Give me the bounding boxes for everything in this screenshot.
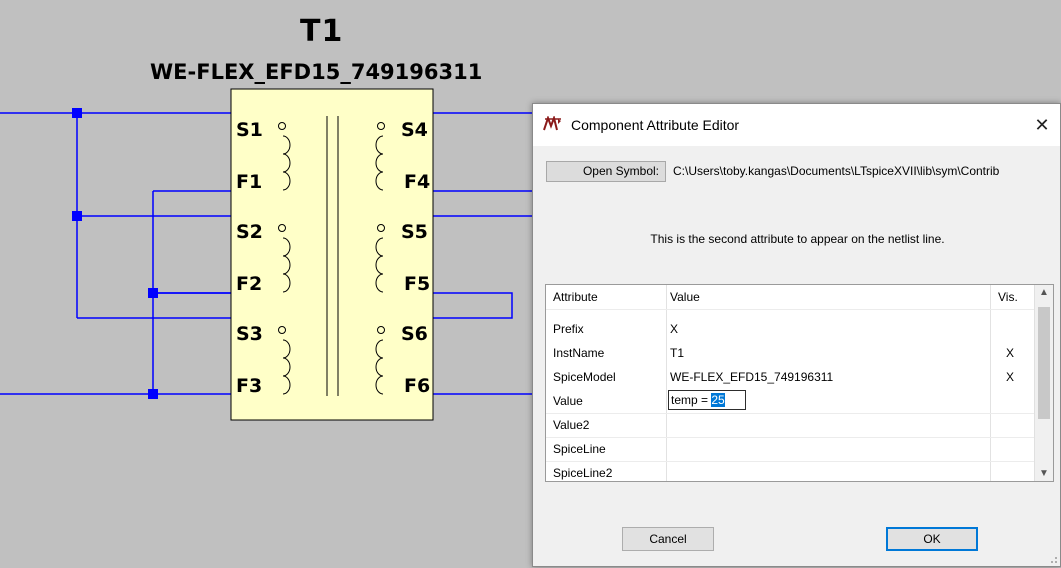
attr-name: Value2	[553, 418, 590, 432]
header-vis: Vis.	[998, 290, 1018, 304]
open-symbol-button[interactable]: Open Symbol:	[546, 161, 666, 182]
symbol-path: C:\Users\toby.kangas\Documents\LTspiceXV…	[673, 164, 1000, 178]
table-scrollbar[interactable]: ▲ ▼	[1034, 285, 1053, 481]
cancel-button[interactable]: Cancel	[622, 527, 714, 551]
dialog-titlebar[interactable]: Component Attribute Editor ✕	[533, 104, 1060, 146]
pin-label-s2: S2	[236, 221, 263, 243]
attr-name: SpiceLine2	[553, 466, 613, 480]
attr-name: Prefix	[553, 322, 584, 336]
ok-button[interactable]: OK	[886, 527, 978, 551]
pin-label-s5: S5	[401, 221, 428, 243]
pin-label-s3: S3	[236, 323, 263, 345]
scroll-down-icon[interactable]: ▼	[1035, 468, 1053, 479]
pin-label-f4: F4	[404, 171, 431, 193]
table-row[interactable]: SpiceLine	[546, 437, 1034, 461]
dialog-title: Component Attribute Editor	[571, 117, 740, 133]
junction-dot	[72, 108, 82, 118]
pin-label-f3: F3	[236, 375, 263, 397]
value-edit-field[interactable]: temp = 25	[668, 390, 746, 410]
header-value: Value	[670, 290, 700, 304]
attr-value: WE-FLEX_EFD15_749196311	[670, 370, 834, 384]
junction-dot	[148, 288, 158, 298]
attribute-table[interactable]: Attribute Value Vis. Prefix X InstName T…	[545, 284, 1054, 482]
table-row[interactable]: InstName T1 X	[546, 341, 1034, 365]
junctions	[72, 108, 158, 399]
pin-label-f1: F1	[236, 171, 263, 193]
pin-label-s4: S4	[401, 119, 428, 141]
table-row[interactable]: SpiceLine2	[546, 461, 1034, 481]
edit-text: temp =	[671, 393, 712, 407]
attr-name: Value	[553, 394, 583, 408]
pin-label-f5: F5	[404, 273, 431, 295]
attr-value: X	[670, 322, 679, 336]
pin-label-f2: F2	[236, 273, 263, 295]
attr-name: SpiceModel	[553, 370, 616, 384]
attr-vis: X	[1006, 346, 1015, 360]
table-header: Attribute Value Vis.	[546, 285, 1034, 309]
edit-selected-text: 25	[711, 393, 725, 407]
junction-dot	[148, 389, 158, 399]
resize-grip-icon[interactable]	[1048, 554, 1058, 564]
attr-vis: X	[1006, 370, 1015, 384]
attribute-hint: This is the second attribute to appear o…	[650, 232, 945, 246]
close-icon[interactable]: ✕	[1024, 104, 1060, 146]
component-reference: T1	[300, 14, 344, 49]
scroll-thumb[interactable]	[1038, 307, 1050, 419]
header-attribute: Attribute	[553, 290, 598, 304]
component-attribute-editor-dialog: Component Attribute Editor ✕ Open Symbol…	[532, 103, 1061, 567]
pin-label-s6: S6	[401, 323, 428, 345]
table-row[interactable]: Value	[546, 389, 1034, 413]
table-row[interactable]: Prefix X	[546, 317, 1034, 341]
pin-label-f6: F6	[404, 375, 431, 397]
wire-f5-loop	[433, 292, 513, 319]
component-model-label: WE-FLEX_EFD15_749196311	[150, 60, 483, 84]
ltspice-icon	[543, 116, 561, 131]
junction-dot	[72, 211, 82, 221]
table-row[interactable]: SpiceModel WE-FLEX_EFD15_749196311 X	[546, 365, 1034, 389]
scroll-up-icon[interactable]: ▲	[1035, 287, 1053, 298]
attr-name: InstName	[553, 346, 605, 360]
table-row[interactable]: Value2	[546, 413, 1034, 437]
attr-value: T1	[670, 346, 685, 360]
pin-label-s1: S1	[236, 119, 263, 141]
attr-name: SpiceLine	[553, 442, 606, 456]
